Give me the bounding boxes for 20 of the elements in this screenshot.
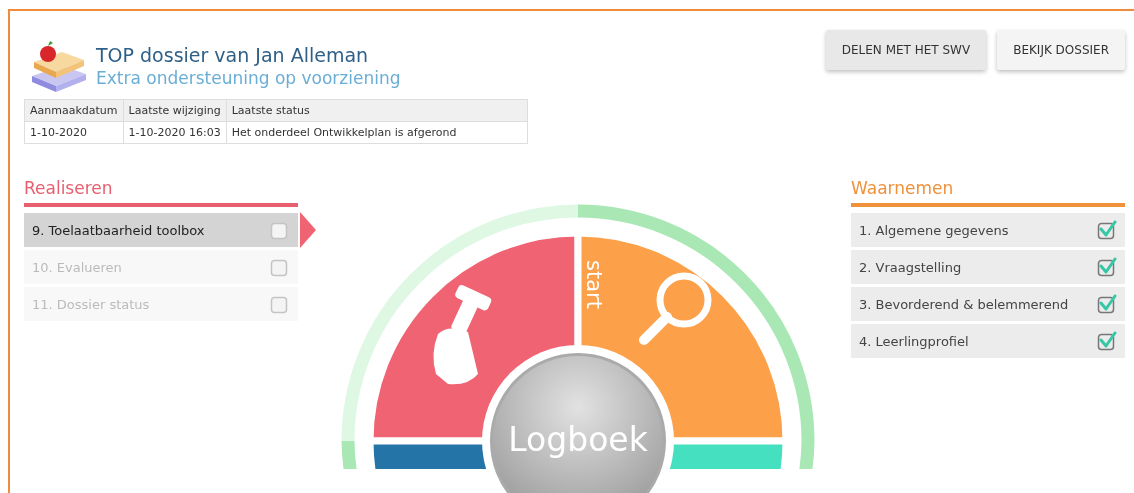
- action-button[interactable]: BEKIJK DOSSIER: [997, 30, 1125, 70]
- section-title: Realiseren: [24, 177, 114, 200]
- action-button[interactable]: DELEN MET HET SWV: [825, 30, 987, 70]
- column-header: Laatste status: [226, 99, 528, 122]
- hand-hammer-icon: [433, 283, 493, 385]
- table-cell: 1-10-2020 16:03: [123, 121, 227, 144]
- step-item[interactable]: 4. Leerlingprofiel: [851, 324, 1125, 358]
- selection-arrow-icon: [300, 212, 316, 248]
- table-cell: 1-10-2020: [24, 121, 124, 144]
- step-item[interactable]: 2. Vraagstelling: [851, 250, 1125, 284]
- column-header: Aanmaakdatum: [24, 99, 124, 122]
- column-header: Laatste wijziging: [123, 99, 227, 122]
- search-icon: [639, 272, 712, 345]
- dossier-title: TOP dossier van Jan Alleman: [96, 44, 370, 66]
- step-item[interactable]: 3. Bevorderend & belemmerend: [851, 287, 1125, 321]
- dossier-subtitle: Extra ondersteuning op voorziening: [96, 68, 401, 88]
- table-cell: Het onderdeel Ontwikkelplan is afgerond: [226, 121, 528, 144]
- step-item[interactable]: 1. Algemene gegevens: [851, 213, 1125, 247]
- start-label: start: [582, 260, 606, 309]
- section-title: Waarnemen: [851, 177, 955, 200]
